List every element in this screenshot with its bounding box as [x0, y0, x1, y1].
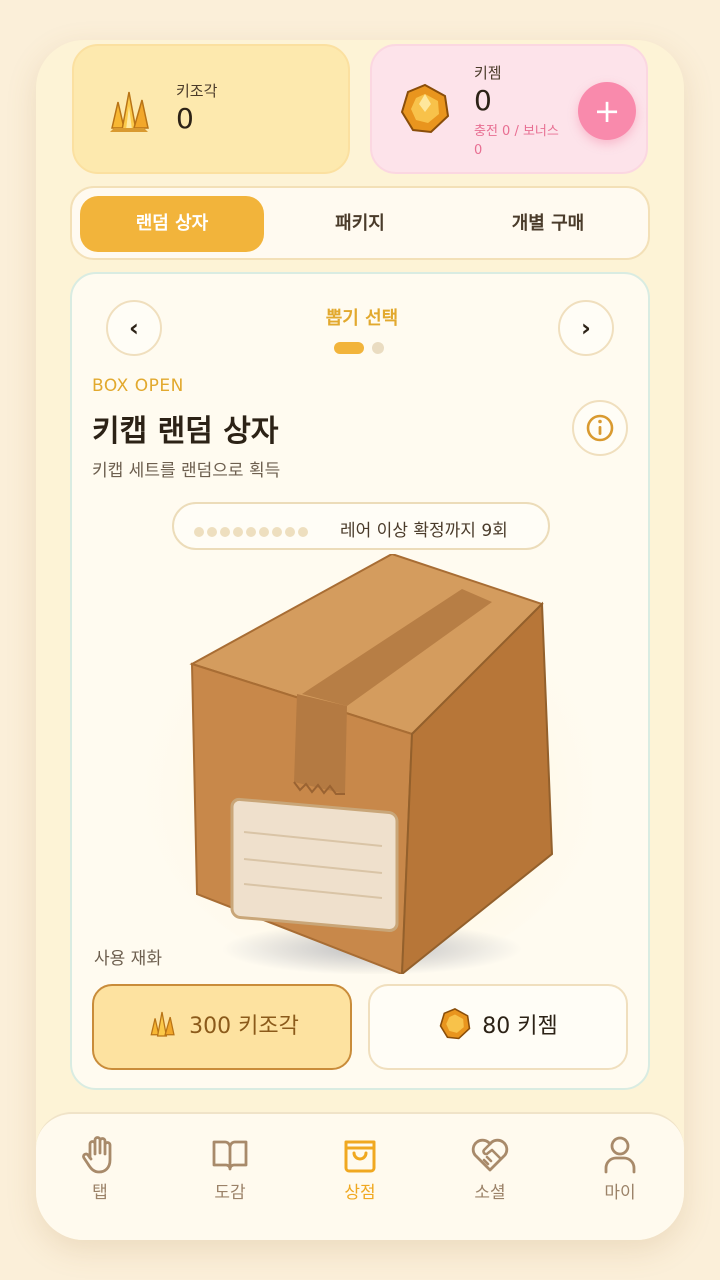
nav-shop[interactable]: 상점 [310, 1132, 410, 1203]
prev-button[interactable]: ‹ [106, 300, 162, 356]
next-button[interactable]: › [558, 300, 614, 356]
pity-progress-dots [194, 522, 311, 541]
info-icon [586, 414, 614, 442]
nav-my-label: 마이 [604, 1183, 636, 1203]
nav-collection[interactable]: 도감 [180, 1132, 280, 1203]
crystal-fragment-icon [150, 1011, 175, 1037]
page-dot-active[interactable] [334, 342, 364, 354]
pay-gem-button[interactable]: 80 키젬 [368, 984, 628, 1070]
box-title: 키캡 랜덤 상자 [92, 414, 279, 449]
nav-shop-label: 상점 [344, 1183, 376, 1203]
shopping-bag-icon [344, 1140, 376, 1173]
nav-social[interactable]: 소셜 [440, 1132, 540, 1203]
gem-value: 0 [474, 84, 492, 117]
hand-icon [82, 1136, 112, 1174]
gem-balance-card: 키젬 0 충전 0 / 보너스 0 + [370, 44, 648, 174]
fragment-value: 0 [176, 102, 194, 135]
gem-breakdown: 충전 0 / 보너스 0 [474, 124, 559, 158]
user-icon [604, 1136, 636, 1174]
nav-tap[interactable]: 탭 [50, 1132, 150, 1203]
nav-collection-label: 도감 [214, 1183, 246, 1203]
bottom-navigation: 탭 도감 상점 소셜 마이 [36, 1112, 684, 1240]
add-gem-button[interactable]: + [578, 82, 636, 140]
selector-title: 뽑기 선택 [325, 308, 399, 329]
nav-tap-label: 탭 [92, 1183, 108, 1203]
app-screen: 키조각 0 키젬 0 충전 0 / 보너스 0 + 랜덤 상자 패키지 개별 구… [36, 40, 684, 1240]
info-button[interactable] [572, 400, 628, 456]
pay-gem-label: 80 키젬 [482, 1014, 558, 1039]
shop-tabs: 랜덤 상자 패키지 개별 구매 [70, 186, 650, 260]
pay-fragment-label: 300 키조각 [189, 1014, 299, 1039]
tab-package[interactable]: 패키지 [268, 196, 452, 252]
amber-gem-icon [439, 1008, 471, 1040]
book-icon [212, 1140, 248, 1171]
cardboard-box-image [142, 554, 592, 974]
tab-individual[interactable]: 개별 구매 [456, 196, 640, 252]
box-description: 키캡 세트를 랜덤으로 획득 [92, 461, 281, 481]
amber-gem-icon [400, 83, 450, 134]
nav-social-label: 소셜 [474, 1183, 506, 1203]
page-dot[interactable] [372, 342, 384, 354]
pity-counter: 레어 이상 확정까지 9회 [172, 502, 550, 550]
nav-my[interactable]: 마이 [570, 1132, 670, 1203]
tab-random-box[interactable]: 랜덤 상자 [80, 196, 264, 252]
crystal-fragment-icon [110, 91, 149, 132]
currency-usage-label: 사용 재화 [94, 949, 162, 969]
fragment-label: 키조각 [176, 82, 218, 100]
gem-label: 키젬 [474, 64, 502, 82]
box-eyebrow: BOX OPEN [92, 376, 184, 396]
heart-handshake-icon [471, 1138, 509, 1172]
gacha-card: ‹ 뽑기 선택 › BOX OPEN 키캡 랜덤 상자 키캡 세트를 랜덤으로 … [70, 272, 650, 1090]
fragment-balance-card: 키조각 0 [72, 44, 350, 174]
pay-fragment-button[interactable]: 300 키조각 [92, 984, 352, 1070]
pity-text: 레어 이상 확정까지 9회 [340, 521, 508, 541]
